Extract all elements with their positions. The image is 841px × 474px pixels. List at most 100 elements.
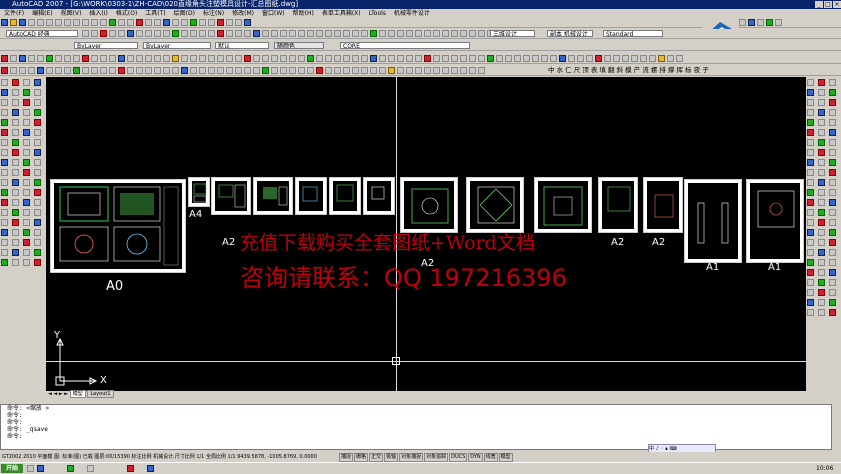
tool-icon[interactable] — [19, 55, 26, 62]
tool-icon[interactable] — [10, 55, 17, 62]
tool-icon[interactable] — [807, 229, 814, 236]
tool-icon[interactable] — [12, 149, 19, 156]
tool-icon[interactable] — [226, 67, 233, 74]
tool-icon[interactable] — [397, 55, 404, 62]
tool-icon[interactable] — [23, 99, 30, 106]
tool-icon[interactable] — [807, 159, 814, 166]
tool-icon[interactable] — [12, 259, 19, 266]
tool-icon[interactable] — [469, 55, 476, 62]
tool-icon[interactable] — [334, 30, 341, 37]
tool-icon[interactable] — [172, 55, 179, 62]
textstyle-select[interactable]: Standard — [603, 30, 663, 37]
tool-icon[interactable] — [226, 19, 233, 26]
tool-icon[interactable] — [34, 89, 41, 96]
tool-icon[interactable] — [12, 109, 19, 116]
tool-icon[interactable] — [298, 30, 305, 37]
tool-icon[interactable] — [829, 79, 836, 86]
menu-item[interactable]: 文件(F) — [0, 10, 28, 17]
tool-icon[interactable] — [118, 55, 125, 62]
drawing-sheet-a2[interactable] — [534, 177, 592, 233]
tool-icon[interactable] — [23, 259, 30, 266]
tool-icon[interactable] — [807, 269, 814, 276]
tool-icon[interactable] — [757, 19, 764, 26]
tool-icon[interactable] — [163, 55, 170, 62]
tool-icon[interactable] — [12, 129, 19, 136]
tool-icon[interactable] — [379, 30, 386, 37]
tool-icon[interactable] — [253, 55, 260, 62]
menu-item[interactable]: 绘图(D) — [170, 10, 199, 17]
tool-icon[interactable] — [280, 30, 287, 37]
tool-icon[interactable] — [739, 19, 746, 26]
tool-icon[interactable] — [181, 19, 188, 26]
tool-icon[interactable] — [818, 149, 825, 156]
menu-item[interactable]: 修改(M) — [228, 10, 258, 17]
tool-icon[interactable] — [406, 30, 413, 37]
task-icon[interactable] — [87, 465, 94, 472]
tool-icon[interactable] — [271, 55, 278, 62]
tool-icon[interactable] — [55, 67, 62, 74]
tool-icon[interactable] — [818, 169, 825, 176]
tool-icon[interactable] — [34, 259, 41, 266]
tool-icon[interactable] — [262, 67, 269, 74]
tool-icon[interactable] — [807, 289, 814, 296]
status-toggle[interactable]: 模型 — [498, 453, 513, 462]
tool-icon[interactable] — [829, 149, 836, 156]
tool-icon[interactable] — [807, 299, 814, 306]
command-scrollbar[interactable] — [832, 404, 841, 450]
tool-icon[interactable] — [127, 67, 134, 74]
tool-icon[interactable] — [1, 169, 8, 176]
tool-icon[interactable] — [23, 199, 30, 206]
tool-icon[interactable] — [451, 67, 458, 74]
tool-icon[interactable] — [818, 239, 825, 246]
tool-icon[interactable] — [280, 67, 287, 74]
tool-icon[interactable] — [217, 55, 224, 62]
tool-icon[interactable] — [23, 169, 30, 176]
quicklaunch-icon[interactable] — [27, 465, 34, 472]
tool-icon[interactable] — [190, 30, 197, 37]
tool-icon[interactable] — [829, 139, 836, 146]
tool-icon[interactable] — [343, 30, 350, 37]
tool-icon[interactable] — [807, 219, 814, 226]
tool-icon[interactable] — [415, 55, 422, 62]
tool-icon[interactable] — [307, 67, 314, 74]
status-toggle[interactable]: 对象追踪 — [424, 453, 449, 462]
tool-icon[interactable] — [649, 55, 656, 62]
status-toggle[interactable]: DUCS — [449, 453, 468, 462]
tool-icon[interactable] — [361, 55, 368, 62]
tool-icon[interactable] — [370, 55, 377, 62]
tool-icon[interactable] — [818, 289, 825, 296]
tool-icon[interactable] — [12, 229, 19, 236]
lineweight-select[interactable]: 默认 — [215, 42, 269, 49]
tool-icon[interactable] — [82, 55, 89, 62]
tool-icon[interactable] — [442, 67, 449, 74]
tool-icon[interactable] — [1, 159, 8, 166]
linetype-select[interactable]: ByLayer — [143, 42, 211, 49]
tool-icon[interactable] — [289, 55, 296, 62]
tool-icon[interactable] — [658, 55, 665, 62]
tool-icon[interactable] — [829, 199, 836, 206]
tool-icon[interactable] — [12, 219, 19, 226]
tool-icon[interactable] — [818, 209, 825, 216]
dimstyle-select[interactable]: 副本 机械设计 — [547, 30, 593, 37]
tool-icon[interactable] — [12, 169, 19, 176]
tool-icon[interactable] — [577, 55, 584, 62]
drawing-sheet-a1[interactable] — [684, 179, 742, 263]
tool-icon[interactable] — [442, 55, 449, 62]
maximize-button[interactable]: □ — [824, 1, 832, 8]
tool-icon[interactable] — [271, 67, 278, 74]
tool-icon[interactable] — [23, 109, 30, 116]
tool-icon[interactable] — [12, 159, 19, 166]
tool-icon[interactable] — [532, 55, 539, 62]
tool-icon[interactable] — [829, 169, 836, 176]
tool-icon[interactable] — [190, 67, 197, 74]
tool-icon[interactable] — [34, 139, 41, 146]
tool-icon[interactable] — [807, 169, 814, 176]
tool-icon[interactable] — [118, 30, 125, 37]
layer-select[interactable]: CORE — [340, 42, 470, 49]
tool-icon[interactable] — [829, 309, 836, 316]
menu-item[interactable]: 视图(V) — [57, 10, 86, 17]
tool-icon[interactable] — [818, 299, 825, 306]
tool-icon[interactable] — [28, 55, 35, 62]
menu-item[interactable]: 编辑(E) — [28, 10, 56, 17]
print-icon[interactable] — [28, 19, 35, 26]
